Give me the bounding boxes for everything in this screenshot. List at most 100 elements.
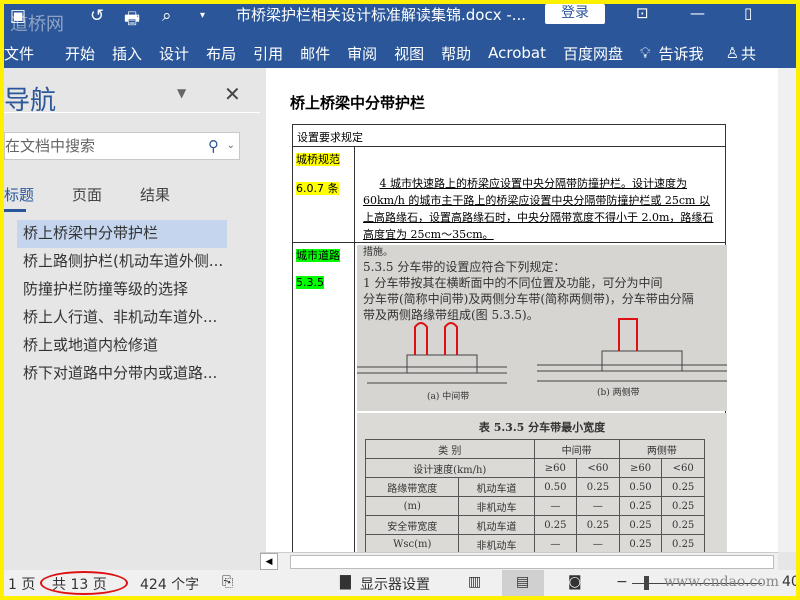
chevron-down-icon[interactable]: ⌄	[227, 133, 235, 159]
tab-pages[interactable]: 页面	[72, 184, 102, 205]
document-area: 桥上桥梁中分带护栏 设置要求规定 城桥规范 6.0.7 条 4 城市快速路上的桥…	[260, 68, 796, 570]
figure-caption-a: (a) 中间带	[427, 392, 470, 402]
table-cell: 0.25	[618, 515, 663, 535]
zoom-slider-thumb[interactable]	[644, 576, 649, 590]
table-cell: —	[533, 496, 578, 516]
red-annotation-circle	[40, 571, 128, 595]
table-cell: 0.25	[576, 477, 620, 497]
reference-name: 城市道路	[296, 249, 340, 262]
table-cell: 机动车道	[458, 477, 535, 497]
print-layout-icon[interactable]: ▤	[516, 574, 529, 590]
web-layout-icon[interactable]: ◙	[568, 574, 582, 590]
document-page[interactable]: 桥上桥梁中分带护栏 设置要求规定 城桥规范 6.0.7 条 4 城市快速路上的桥…	[266, 68, 778, 552]
save-icon[interactable]: ▣	[10, 6, 26, 26]
maximize-icon[interactable]: ▯	[744, 4, 752, 22]
table-cell: —	[576, 534, 620, 552]
display-settings-button[interactable]: 显示器设置	[360, 574, 430, 594]
zoom-level[interactable]: 40	[782, 574, 796, 590]
table-cell: (m)	[364, 496, 460, 516]
tell-me-button[interactable]: 告诉我	[659, 43, 704, 64]
print-preview-icon[interactable]: ⌕	[162, 6, 172, 26]
table-row: 设计速度(km/h) ≥60 <60 ≥60 <60	[365, 458, 705, 478]
active-tab-indicator	[4, 209, 26, 212]
login-button[interactable]: 登录	[545, 4, 605, 24]
ribbon-display-icon[interactable]: ⊡	[636, 4, 649, 22]
page-indicator[interactable]: 1 页	[8, 574, 35, 594]
table-cell: —	[533, 534, 578, 552]
heading-item[interactable]: 桥上或地道内检修道	[17, 332, 227, 360]
navigation-pane: 导航 ▼ ✕ 在文档中搜索 ⚲ ⌄ 标题 页面 结果 桥上桥梁中分带护栏 桥上路…	[4, 68, 260, 570]
heading-item[interactable]: 桥下对道路中分带内或道路...	[17, 360, 227, 388]
requirements-table: 设置要求规定 城桥规范 6.0.7 条 4 城市快速路上的桥梁应设置中央分隔带防…	[292, 124, 727, 552]
heading-item[interactable]: 防撞护栏防撞等级的选择	[17, 276, 227, 304]
table-cell: ≥60	[533, 458, 578, 478]
table-cell: 非机动车	[458, 496, 535, 516]
heading-item[interactable]: 桥上桥梁中分带护栏	[17, 220, 227, 248]
search-input[interactable]: 在文档中搜索 ⚲ ⌄	[4, 132, 240, 160]
share-button[interactable]: 共	[741, 43, 756, 64]
status-bar: 1 页 共 13 页 424 个字 ⎘ ▇ 显示器设置 ▥ ▤ ◙ − www.…	[4, 570, 796, 596]
table-cell: 0.25	[618, 534, 663, 552]
word-count[interactable]: 424 个字	[140, 574, 199, 594]
cross-section-diagram	[357, 318, 727, 384]
tab-home[interactable]: 开始	[65, 43, 95, 64]
search-placeholder: 在文档中搜索	[5, 137, 96, 155]
read-mode-icon[interactable]: ▥	[468, 574, 481, 590]
reference-cell: 城市道路 5.3.5	[293, 243, 355, 552]
tab-view[interactable]: 视图	[394, 43, 424, 64]
close-icon[interactable]: ✕	[224, 82, 241, 106]
customize-icon[interactable]: ▾	[200, 10, 205, 21]
tab-layout[interactable]: 布局	[206, 43, 236, 64]
heading-item[interactable]: 桥上路侧护栏(机动车道外侧...	[17, 248, 227, 276]
scroll-left-icon[interactable]: ◀	[260, 553, 278, 570]
tab-design[interactable]: 设计	[159, 43, 189, 64]
title-bar: 道桥网 ▣ ↺ 🖶 ⌕ ▾ 市桥梁护栏相关设计标准解读集锦.docx -... …	[4, 4, 796, 68]
scan-text: 措施。	[363, 247, 393, 258]
ribbon-tabs: 文件 开始 插入 设计 布局 引用 邮件 审阅 视图 帮助 Acrobat 百度…	[4, 40, 773, 66]
table-cell: <60	[661, 458, 705, 478]
reference-name: 城桥规范	[296, 153, 340, 166]
table-cell: —	[576, 496, 620, 516]
tab-review[interactable]: 审阅	[347, 43, 377, 64]
table-cell: 0.25	[618, 496, 663, 516]
nav-tabs: 标题 页面 结果	[4, 184, 208, 205]
tab-baidu-netdisk[interactable]: 百度网盘	[563, 43, 623, 64]
table-row: 类 别 中间带 两侧带	[365, 439, 706, 459]
table-cell: 0.50	[533, 477, 578, 497]
proofing-icon[interactable]: ⎘	[222, 574, 233, 590]
minimize-icon[interactable]: —	[690, 4, 705, 22]
search-icon[interactable]: ⚲	[208, 133, 219, 159]
scan-text: 5.3.5 分车带的设置应符合下列规定：	[363, 260, 566, 274]
table-cell: 0.25	[576, 515, 620, 535]
table-cell: 两侧带	[618, 439, 706, 459]
zoom-out-button[interactable]: −	[616, 574, 628, 590]
horizontal-scrollbar[interactable]: ◀	[260, 552, 778, 570]
tab-results[interactable]: 结果	[140, 184, 170, 205]
tab-help[interactable]: 帮助	[441, 43, 471, 64]
tab-mailings[interactable]: 邮件	[300, 43, 330, 64]
reference-cell: 城桥规范 6.0.7 条	[293, 147, 355, 243]
undo-icon[interactable]: ↺	[90, 6, 104, 26]
tab-file[interactable]: 文件	[4, 43, 34, 64]
table-cell: 0.25	[533, 515, 578, 535]
table-cell: ≥60	[618, 458, 663, 478]
table-caption: 表 5.3.5 分车带最小宽度	[478, 421, 606, 434]
tab-headings[interactable]: 标题	[4, 184, 34, 205]
tab-acrobat[interactable]: Acrobat	[488, 44, 546, 62]
tab-insert[interactable]: 插入	[112, 43, 142, 64]
table-cell: 0.25	[661, 496, 705, 516]
table-cell: 机动车道	[458, 515, 535, 535]
print-icon[interactable]: 🖶	[124, 6, 140, 35]
display-settings-icon[interactable]: ▇	[340, 574, 351, 590]
tab-references[interactable]: 引用	[253, 43, 283, 64]
pane-options-icon[interactable]: ▼	[177, 86, 186, 100]
share-icon[interactable]: ♙	[726, 44, 739, 62]
heading-item[interactable]: 桥上人行道、非机动车道外...	[17, 304, 227, 332]
scrollbar-track[interactable]	[290, 555, 774, 569]
figure-caption-b: (b) 两侧带	[597, 388, 640, 398]
heading-list: 桥上桥梁中分带护栏 桥上路侧护栏(机动车道外侧... 防撞护栏防撞等级的选择 桥…	[17, 220, 227, 388]
vertical-scrollbar[interactable]	[778, 68, 796, 552]
clause-text: 4 城市快速路上的桥梁应设置中央分隔带防撞护栏。设计速度为 60km/h 的城市…	[355, 147, 725, 243]
table-row: 路缘带宽度 机动车道 0.50 0.25 0.50 0.25	[364, 477, 705, 497]
scanned-table: 表 5.3.5 分车带最小宽度 类 别 中间带 两侧带 设计速度(km/h) ≥…	[357, 413, 727, 552]
